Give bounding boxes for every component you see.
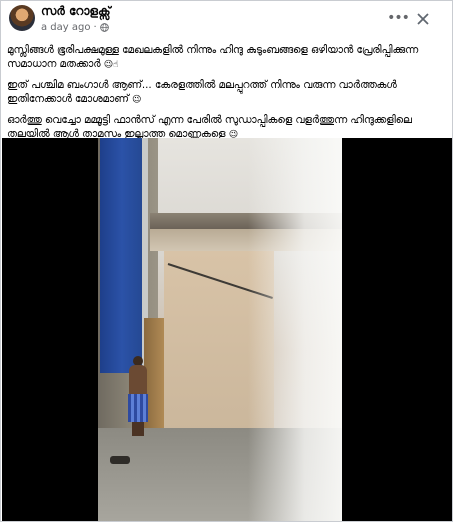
post-paragraph: മുസ്ലിങ്ങൾ ഭൂരിപക്ഷമുള്ള മേഖലകളിൽ നിന്നു…	[7, 43, 447, 72]
paragraph-text: മുസ്ലിങ്ങൾ ഭൂരിപക്ഷമുള്ള മേഖലകളിൽ നിന്നു…	[7, 44, 418, 70]
paragraph-text: ഓർത്തു വെച്ചോ മമ്മൂട്ടി ഫാൻസ് എന്ന പേരിൽ…	[7, 114, 412, 140]
post-time[interactable]: a day ago	[41, 22, 90, 33]
post-header: സർ റോളക്സ് a day ago · •••	[1, 1, 452, 41]
video-frame[interactable]	[98, 138, 342, 521]
author-name[interactable]: സർ റോളക്സ്	[41, 4, 111, 19]
post-meta: a day ago ·	[41, 22, 109, 33]
paragraph-text: ഇത് പശ്ചിമ ബംഗാൾ ആണ്... കേരളത്തിൽ മലപ്പു…	[7, 79, 397, 105]
person-legs	[132, 422, 144, 436]
wink-emoji-icon: 😉☝	[103, 60, 119, 70]
person-body	[129, 365, 147, 395]
close-icon[interactable]	[415, 11, 431, 27]
person-lungi	[128, 394, 148, 422]
video-player[interactable]	[2, 138, 452, 521]
wink-emoji-icon: 😉	[132, 95, 142, 105]
globe-icon	[99, 23, 109, 32]
scene-person	[126, 356, 150, 436]
post-body: മുസ്ലിങ്ങൾ ഭൂരിപക്ഷമുള്ള മേഖലകളിൽ നിന്നു…	[7, 43, 447, 148]
scene-blue-door	[100, 138, 144, 373]
scene-debris	[110, 456, 130, 464]
scene-light-glare	[248, 138, 342, 521]
meta-separator: ·	[93, 22, 97, 33]
post-card: സർ റോളക്സ് a day ago · ••• മുസ്ലിങ്ങൾ ഭൂ…	[0, 0, 453, 522]
post-paragraph: ഇത് പശ്ചിമ ബംഗാൾ ആണ്... കേരളത്തിൽ മലപ്പു…	[7, 78, 447, 107]
more-options-icon[interactable]: •••	[387, 9, 410, 31]
avatar[interactable]	[9, 5, 35, 31]
